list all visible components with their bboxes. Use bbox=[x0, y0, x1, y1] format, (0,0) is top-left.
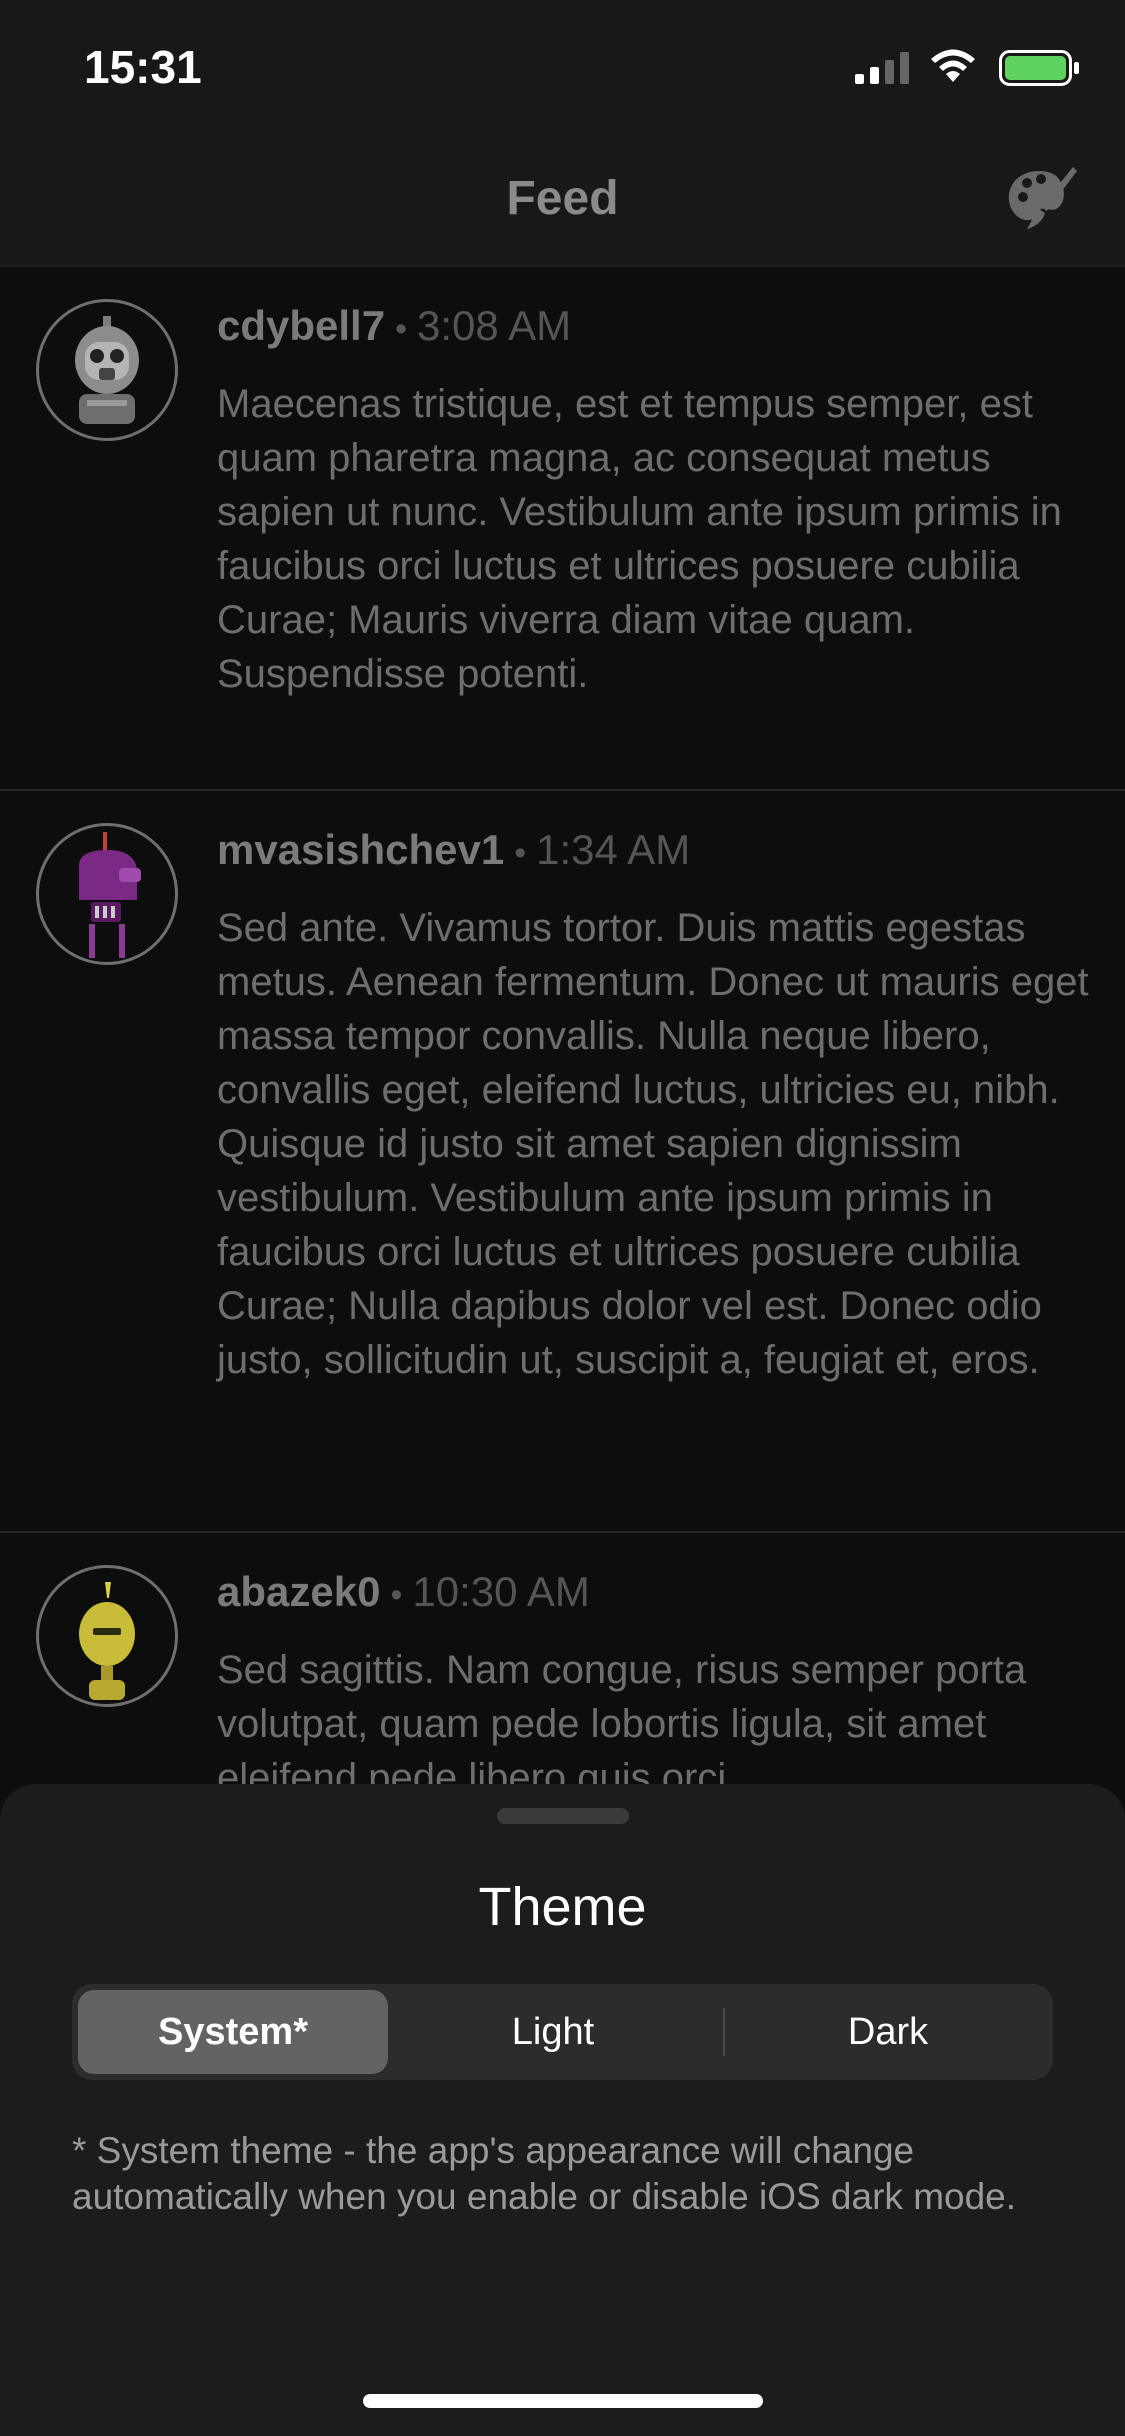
post-separator: • bbox=[514, 834, 527, 872]
status-time: 15:31 bbox=[84, 41, 202, 93]
page-title: Feed bbox=[506, 172, 619, 225]
avatar[interactable] bbox=[36, 299, 178, 441]
theme-option-light[interactable]: Light bbox=[388, 1990, 718, 2074]
battery-icon bbox=[999, 50, 1079, 86]
post-username[interactable]: mvasishchev1 bbox=[217, 826, 504, 873]
theme-segmented-control: System* Light Dark bbox=[72, 1984, 1053, 2080]
sheet-drag-handle[interactable] bbox=[497, 1808, 629, 1824]
navigation-bar: Feed bbox=[0, 135, 1125, 267]
theme-sheet: Theme System* Light Dark * System theme … bbox=[0, 1784, 1125, 2436]
post-header: cdybell7 • 3:08 AM bbox=[217, 299, 571, 356]
sheet-title: Theme bbox=[478, 1877, 647, 1937]
post-separator: • bbox=[395, 310, 407, 348]
post-timestamp: 10:30 AM bbox=[412, 1568, 590, 1615]
post-body: Sed ante. Vivamus tortor. Duis mattis eg… bbox=[217, 906, 1089, 1382]
post-username[interactable]: abazek0 bbox=[217, 1568, 380, 1615]
signal-icon bbox=[855, 52, 909, 84]
home-indicator[interactable] bbox=[363, 2394, 763, 2408]
app-screen: 15:31 Feed cdybell7 • 3:08 AM Maecenas t… bbox=[0, 0, 1125, 2436]
post-separator: • bbox=[390, 1576, 403, 1614]
post-timestamp: 1:34 AM bbox=[536, 826, 691, 873]
avatar[interactable] bbox=[36, 823, 178, 965]
post-header: mvasishchev1 • 1:34 AM bbox=[217, 823, 690, 880]
robot-avatar-purple-icon bbox=[79, 832, 141, 958]
feed-post[interactable]: mvasishchev1 • 1:34 AM Sed ante. Vivamus t… bbox=[0, 791, 1125, 1533]
theme-footnote: * System theme - the app's appearance wi… bbox=[72, 2130, 1017, 2217]
post-body: Sed sagittis. Nam congue, risus semper p… bbox=[217, 1648, 1027, 1800]
avatar[interactable] bbox=[36, 1565, 178, 1707]
post-header: abazek0 • 10:30 AM bbox=[217, 1565, 590, 1622]
theme-option-system[interactable]: System* bbox=[78, 1990, 388, 2074]
robot-avatar-gray-icon bbox=[75, 316, 139, 424]
feed-post[interactable]: cdybell7 • 3:08 AM Maecenas tristique, est… bbox=[0, 267, 1125, 791]
post-timestamp: 3:08 AM bbox=[417, 302, 572, 349]
palette-icon[interactable] bbox=[1003, 161, 1079, 237]
theme-option-dark[interactable]: Dark bbox=[728, 1990, 1048, 2074]
post-body: Maecenas tristique, est et tempus semper… bbox=[217, 382, 1062, 696]
wifi-icon bbox=[931, 49, 975, 82]
status-bar: 15:31 bbox=[0, 0, 1125, 135]
segment-divider bbox=[723, 2008, 725, 2056]
robot-avatar-yellow-icon bbox=[79, 1582, 135, 1700]
post-username[interactable]: cdybell7 bbox=[217, 302, 385, 349]
